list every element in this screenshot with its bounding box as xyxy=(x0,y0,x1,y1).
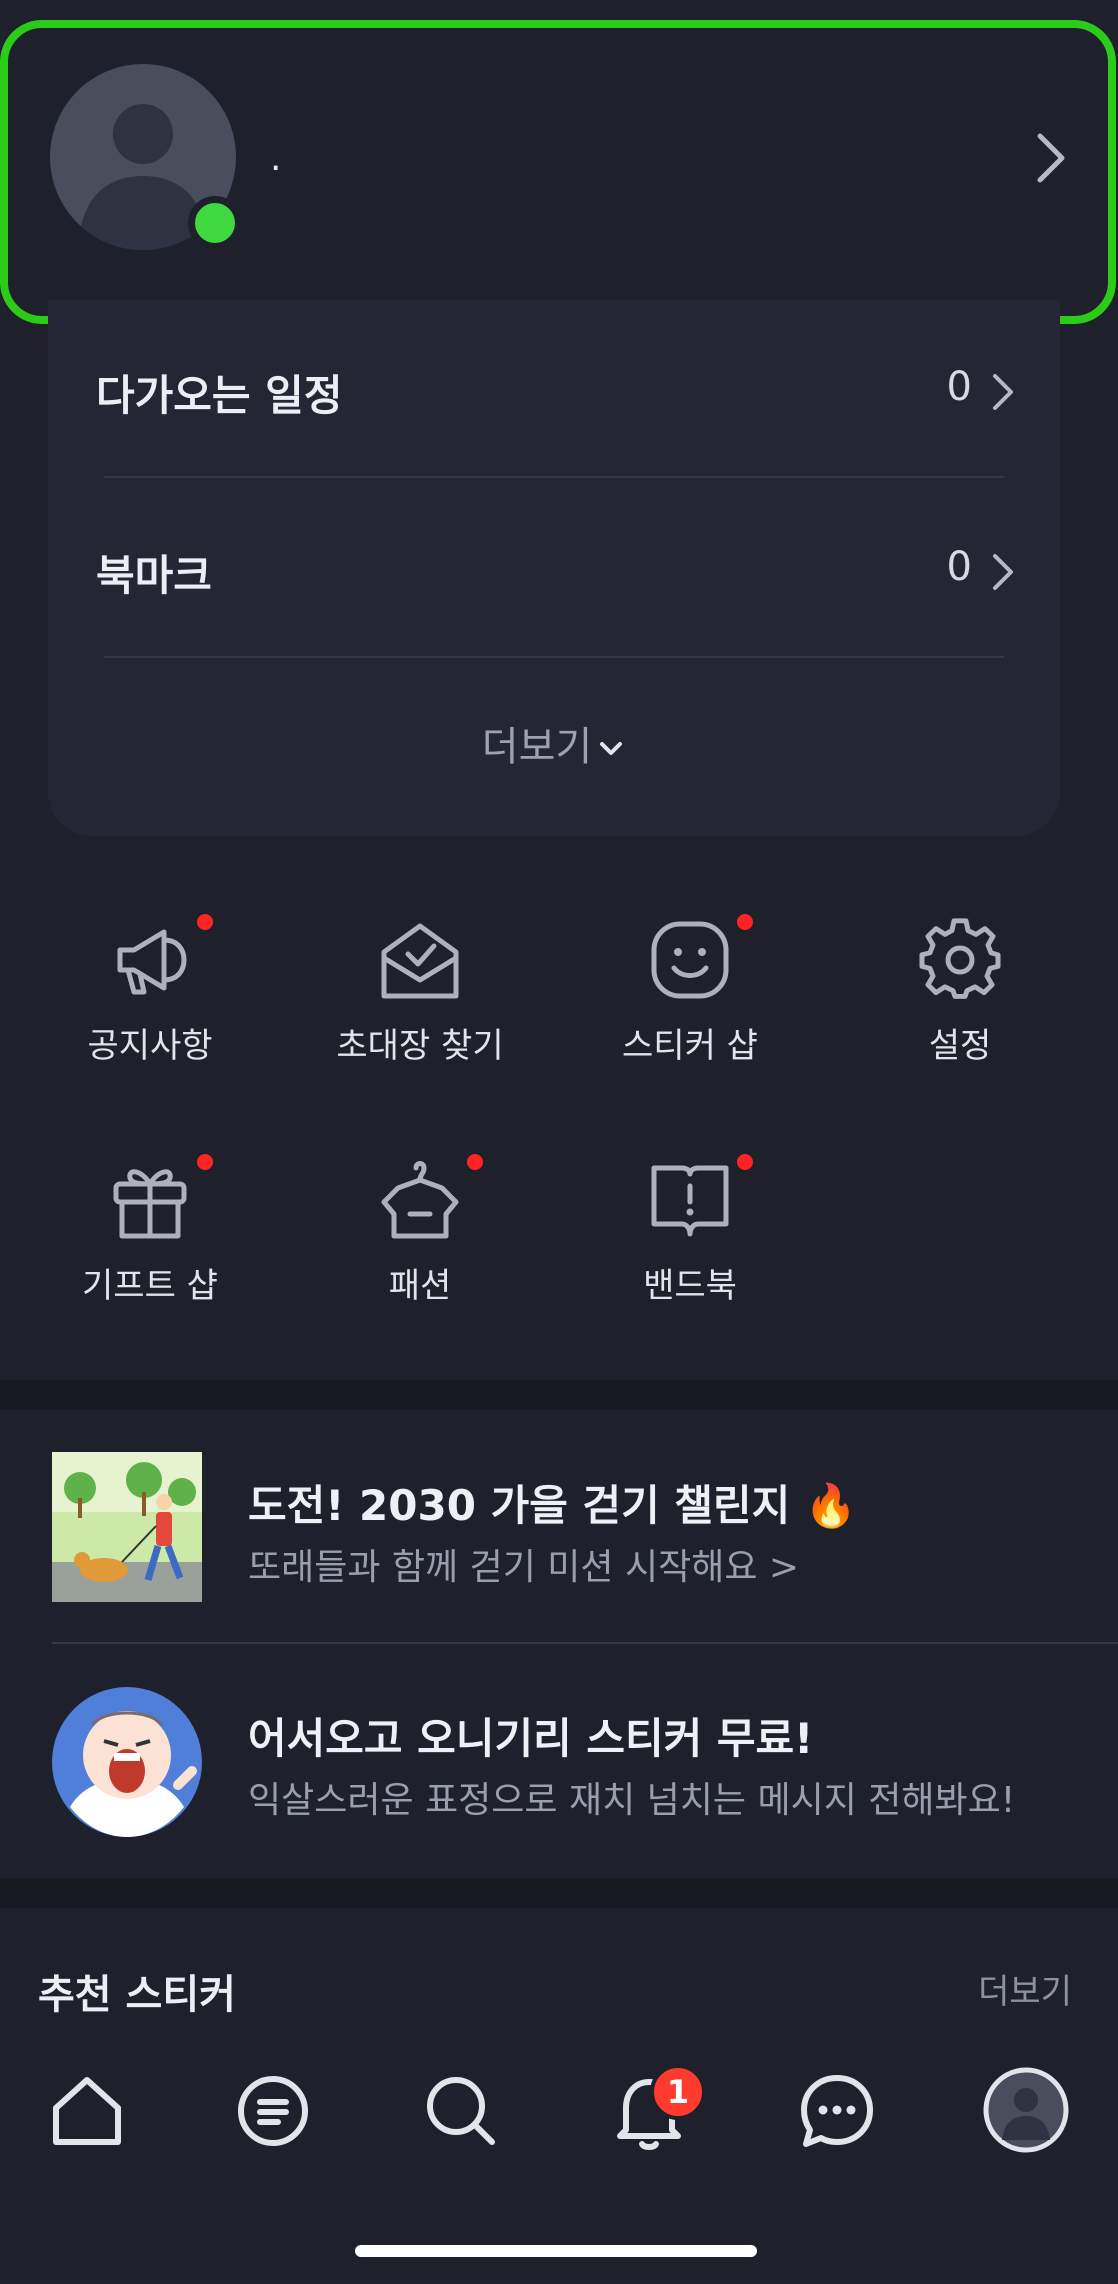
tab-search[interactable] xyxy=(418,2068,504,2154)
chevron-down-icon xyxy=(600,742,623,755)
menu-item-bandbook[interactable]: 밴드북 xyxy=(555,1154,825,1328)
chat-bubble-icon xyxy=(801,2075,873,2147)
menu-item-notice[interactable]: 공지사항 xyxy=(15,914,285,1088)
hanger-shirt-icon xyxy=(381,1161,459,1239)
profile-name: . xyxy=(270,138,282,179)
new-indicator-dot xyxy=(197,1154,213,1170)
row-label: 다가오는 일정 xyxy=(96,371,343,420)
new-indicator-dot xyxy=(467,1154,483,1170)
menu-label: 패션 xyxy=(388,1266,452,1306)
home-indicator xyxy=(355,2245,757,2257)
envelope-check-icon xyxy=(381,923,459,999)
section-separator xyxy=(0,1878,1118,1908)
row-label: 북마크 xyxy=(96,551,212,600)
new-indicator-dot xyxy=(737,914,753,930)
profile-avatar-icon xyxy=(983,2067,1069,2153)
menu-item-gift-shop[interactable]: 기프트 샵 xyxy=(15,1154,285,1328)
new-indicator-dot xyxy=(737,1154,753,1170)
divider xyxy=(52,1642,1118,1644)
menu-item-sticker-shop[interactable]: 스티커 샵 xyxy=(555,914,825,1088)
tab-my-profile[interactable] xyxy=(980,2064,1072,2156)
home-icon xyxy=(53,2077,121,2145)
menu-label: 스티커 샵 xyxy=(622,1026,758,1066)
feed-icon xyxy=(238,2076,308,2146)
menu-label: 설정 xyxy=(928,1026,992,1066)
show-more-button[interactable]: 더보기 xyxy=(48,714,1060,772)
promo-title: 도전! 2030 가을 걷기 챌린지 🔥 xyxy=(248,1481,858,1530)
divider xyxy=(104,656,1004,658)
gear-icon xyxy=(919,918,1001,999)
menu-item-find-invitation[interactable]: 초대장 찾기 xyxy=(285,918,555,1088)
new-indicator-dot xyxy=(197,914,213,930)
divider xyxy=(104,476,1004,478)
recommended-stickers-title: 추천 스티커 xyxy=(38,1972,236,2018)
more-tab-screen: . 다가오는 일정 0 북마크 0 더보기 공지사항 초대장 찾기 스티커 샵 … xyxy=(0,0,1118,2284)
onigiri-sticker-thumbnail xyxy=(52,1687,202,1837)
recommended-more-link[interactable]: 더보기 xyxy=(978,1964,1072,2013)
menu-label: 공지사항 xyxy=(87,1026,213,1066)
bookmark-row[interactable]: 북마크 0 xyxy=(48,512,1060,622)
chevron-right-icon xyxy=(993,554,1013,590)
promo-subtitle: 또래들과 함께 걷기 미션 시작해요 > xyxy=(248,1547,800,1588)
megaphone-icon xyxy=(117,929,187,995)
chevron-right-icon xyxy=(993,374,1013,410)
book-icon xyxy=(651,1165,729,1237)
promo-subtitle: 익살스러운 표정으로 재치 넘치는 메시지 전해봐요! xyxy=(248,1780,1016,1821)
section-separator xyxy=(0,1380,1118,1410)
search-icon xyxy=(427,2077,495,2145)
tab-chat[interactable] xyxy=(794,2068,880,2154)
menu-item-fashion[interactable]: 패션 xyxy=(285,1154,555,1328)
profile-header[interactable]: . xyxy=(0,20,1116,324)
menu-label: 밴드북 xyxy=(643,1266,737,1306)
tab-feed[interactable] xyxy=(230,2068,316,2154)
notification-badge: 1 xyxy=(650,2064,706,2120)
gift-icon xyxy=(113,1169,187,1239)
summary-card: 다가오는 일정 0 북마크 0 더보기 xyxy=(48,300,1060,836)
promo-walking-challenge[interactable]: 도전! 2030 가을 걷기 챌린지 🔥 또래들과 함께 걷기 미션 시작해요 … xyxy=(0,1410,1118,1640)
promo-title: 어서오고 오니기리 스티커 무료! xyxy=(248,1714,814,1763)
online-status-dot xyxy=(188,196,242,250)
chevron-right-icon xyxy=(1037,133,1065,183)
row-count: 0 xyxy=(946,364,972,410)
menu-item-settings[interactable]: 설정 xyxy=(825,918,1095,1088)
tab-home[interactable] xyxy=(44,2068,130,2154)
smiley-icon xyxy=(651,921,729,999)
menu-label: 기프트 샵 xyxy=(82,1266,218,1306)
row-count: 0 xyxy=(946,544,972,590)
promo-onigiri-sticker[interactable]: 어서오고 오니기리 스티커 무료! 익살스러운 표정으로 재치 넘치는 메시지 … xyxy=(0,1645,1118,1875)
walking-challenge-thumbnail xyxy=(52,1452,202,1602)
menu-label: 초대장 찾기 xyxy=(336,1026,504,1066)
show-more-label: 더보기 xyxy=(481,724,593,770)
upcoming-schedule-row[interactable]: 다가오는 일정 0 xyxy=(48,332,1060,442)
